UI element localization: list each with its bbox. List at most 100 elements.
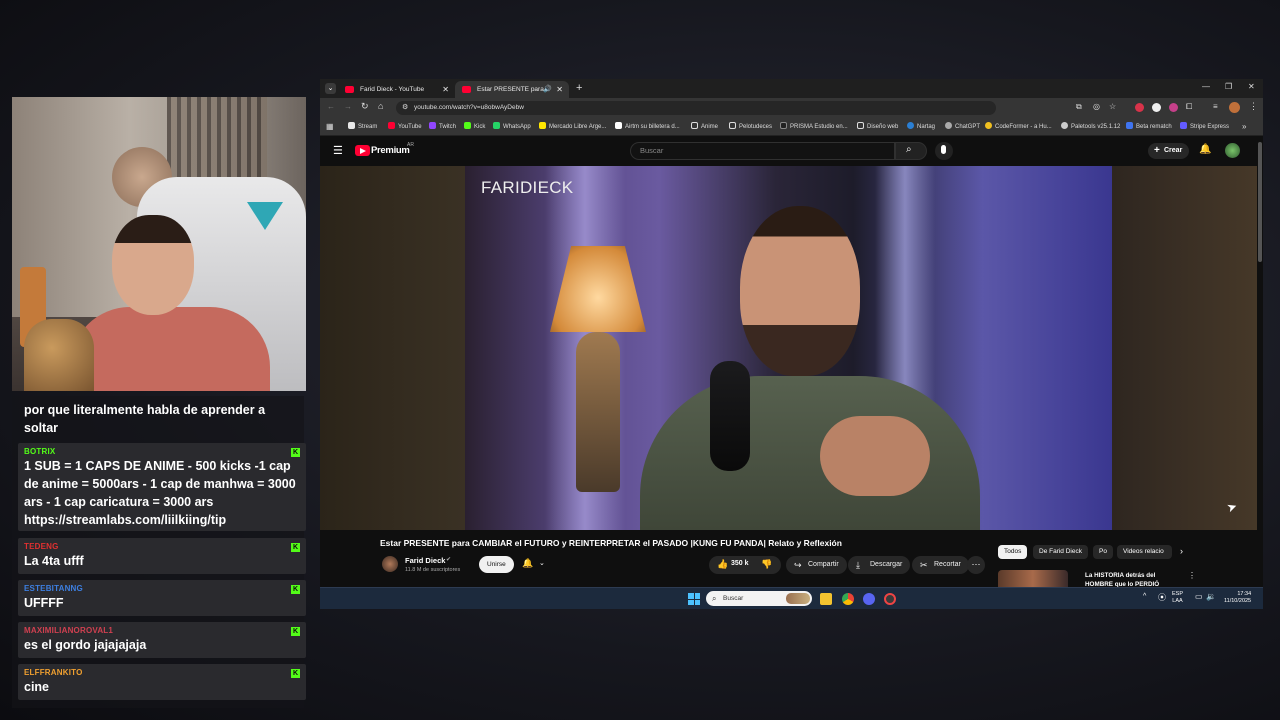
close-window-icon[interactable]: ✕ — [1248, 82, 1255, 91]
back-icon[interactable]: ← — [327, 102, 335, 111]
reload-icon[interactable]: ↻ — [361, 101, 369, 112]
extension-icon[interactable] — [1152, 103, 1161, 112]
bookmark-item[interactable]: Stream — [348, 122, 377, 130]
channel-name[interactable]: Farid Dieck — [405, 556, 445, 565]
close-tab-icon[interactable]: ✕ — [556, 81, 563, 98]
chevron-down-icon[interactable]: ⌄ — [539, 559, 545, 567]
bookmark-item[interactable]: Beta rematch — [1126, 122, 1172, 130]
forward-icon[interactable]: → — [344, 102, 352, 111]
thumbs-down-icon[interactable]: 👎 — [761, 559, 772, 570]
thumbs-up-icon[interactable]: 👍 — [717, 559, 728, 570]
site-info-icon[interactable]: ⚙ — [402, 101, 408, 115]
bookmark-item[interactable]: ChatGPT — [945, 122, 980, 130]
kick-badge-icon: K — [291, 627, 300, 636]
bookmark-item[interactable]: WhatsApp — [493, 122, 531, 130]
menu-kebab-icon[interactable]: ⋮ — [1249, 101, 1258, 112]
network-icon[interactable]: ▭ — [1195, 592, 1203, 601]
search-button[interactable]: ⌕ — [895, 142, 927, 160]
obs-icon[interactable] — [884, 593, 896, 605]
apps-grid-icon[interactable]: ▦ — [326, 122, 334, 131]
bookmark-item[interactable]: Mercado Libre Arge... — [539, 122, 606, 130]
file-explorer-icon[interactable] — [820, 593, 832, 605]
related-more-icon[interactable]: ⋮ — [1188, 571, 1196, 580]
tab-farid-dieck[interactable]: Farid Dieck - YouTube ✕ — [338, 81, 455, 98]
bookmark-item[interactable]: Kick — [464, 122, 485, 130]
download-button[interactable]: ⤓ Descargar — [848, 556, 911, 574]
chat-username[interactable]: MAXIMILIANOROVAL1 — [24, 626, 300, 636]
new-tab-button[interactable]: + — [576, 82, 582, 94]
bookmark-item[interactable]: Twitch — [429, 122, 456, 130]
chat-message-text: por que literalmente habla de aprender a… — [24, 403, 266, 435]
chat-username[interactable]: ESTEBITANNG — [24, 584, 300, 594]
create-button[interactable]: + Crear — [1148, 143, 1190, 159]
chat-username[interactable]: TEDENG — [24, 542, 300, 552]
profile-avatar[interactable] — [1229, 102, 1240, 113]
chip-from-channel[interactable]: De Farid Dieck — [1033, 545, 1088, 559]
close-tab-icon[interactable]: ✕ — [442, 81, 449, 98]
visibility-icon[interactable]: ◎ — [1093, 102, 1100, 111]
bookmark-item[interactable]: Paletools v25.1.12 — [1061, 122, 1120, 130]
bookmark-item[interactable]: Airtm su billetera d... — [615, 122, 680, 130]
language-indicator[interactable]: ESP LAA — [1172, 591, 1183, 605]
maximize-icon[interactable]: ❐ — [1225, 82, 1232, 91]
chat-message: ELFFRANKITO K cine — [18, 664, 306, 700]
notifications-bell-icon[interactable]: 🔔 — [1199, 144, 1211, 155]
reading-list-icon[interactable]: ≡ — [1213, 102, 1218, 111]
extension-icon[interactable] — [1169, 103, 1178, 112]
tab-active-video[interactable]: Estar PRESENTE para CAMB 🔊 ✕ — [455, 81, 569, 98]
bookmark-item[interactable]: Stripe Express — [1180, 122, 1229, 130]
extensions-puzzle-icon[interactable]: ⧠ — [1186, 102, 1192, 112]
chat-message-text: es el gordo jajajajaja — [24, 638, 147, 652]
chip-po[interactable]: Po — [1093, 545, 1113, 559]
install-icon[interactable]: ⧉ — [1076, 102, 1082, 112]
tab-search-icon[interactable]: ⌄ — [325, 83, 336, 94]
volume-icon[interactable]: 🔉 — [1206, 592, 1216, 601]
chat-username[interactable]: BOTRIX — [24, 447, 300, 457]
clock[interactable]: 17:34 11/10/2025 — [1224, 591, 1251, 605]
clip-button[interactable]: ✂ Recortar — [912, 556, 969, 574]
tray-chevron-up-icon[interactable]: ^ — [1143, 593, 1146, 600]
kick-badge-icon: K — [291, 448, 300, 457]
share-icon: ↪ — [794, 560, 802, 570]
tray-app-icon[interactable]: ⦿ — [1158, 592, 1166, 603]
join-button[interactable]: Unirse — [479, 556, 514, 573]
address-bar[interactable]: ⚙ youtube.com/watch?v=u8obwAyDebw — [396, 101, 996, 115]
voice-search-button[interactable] — [935, 142, 953, 160]
chat-message-text: 1 SUB = 1 CAPS DE ANIME - 500 kicks -1 c… — [24, 459, 296, 527]
chip-related[interactable]: Videos relacio — [1117, 545, 1172, 559]
youtube-logo-icon[interactable] — [355, 145, 370, 156]
chat-username[interactable]: ELFFRANKITO — [24, 668, 300, 678]
discord-icon[interactable] — [863, 593, 875, 605]
chip-all[interactable]: Todos — [998, 545, 1028, 559]
chips-next-icon[interactable]: › — [1180, 546, 1183, 556]
search-icon: ⌕ — [712, 594, 717, 603]
bookmark-item[interactable]: CodeFormer - a Hu... — [985, 122, 1052, 130]
taskbar-search[interactable]: ⌕ Buscar — [706, 591, 812, 606]
windows-start-icon[interactable] — [688, 593, 700, 605]
bookmark-folder[interactable]: Diseño web — [857, 122, 898, 130]
minimize-icon[interactable]: — — [1202, 82, 1210, 91]
bookmark-folder[interactable]: Anime — [691, 122, 718, 130]
channel-avatar[interactable] — [382, 556, 398, 572]
bookmark-item[interactable]: PRISMA Estudio en... — [780, 122, 848, 130]
like-count[interactable]: 350 k — [731, 560, 749, 567]
account-avatar[interactable] — [1225, 143, 1240, 158]
youtube-premium-logo[interactable]: Premium — [371, 145, 410, 156]
bookmark-item[interactable]: Nartag — [907, 122, 935, 130]
home-icon[interactable]: ⌂ — [378, 101, 383, 111]
page-scrollbar[interactable] — [1257, 136, 1263, 608]
bookmark-item[interactable]: YouTube — [388, 122, 422, 130]
bell-subscribe-icon[interactable]: 🔔 — [522, 558, 533, 569]
extension-icon[interactable] — [1135, 103, 1144, 112]
hamburger-menu-icon[interactable]: ☰ — [333, 144, 343, 157]
video-player[interactable]: FARIDIECK ➤ — [320, 166, 1257, 530]
search-input[interactable]: Buscar — [630, 142, 895, 160]
more-bookmarks-icon[interactable]: » — [1242, 122, 1246, 131]
chrome-icon[interactable] — [842, 593, 854, 605]
bookmark-folder[interactable]: Pelotudeces — [729, 122, 772, 130]
share-button[interactable]: ↪ Compartir — [786, 556, 847, 574]
more-actions-icon[interactable]: ⋯ — [967, 556, 985, 574]
tab-title: Farid Dieck - YouTube — [360, 86, 425, 93]
bookmark-star-icon[interactable]: ☆ — [1109, 102, 1116, 111]
audio-playing-icon[interactable]: 🔊 — [543, 81, 552, 98]
